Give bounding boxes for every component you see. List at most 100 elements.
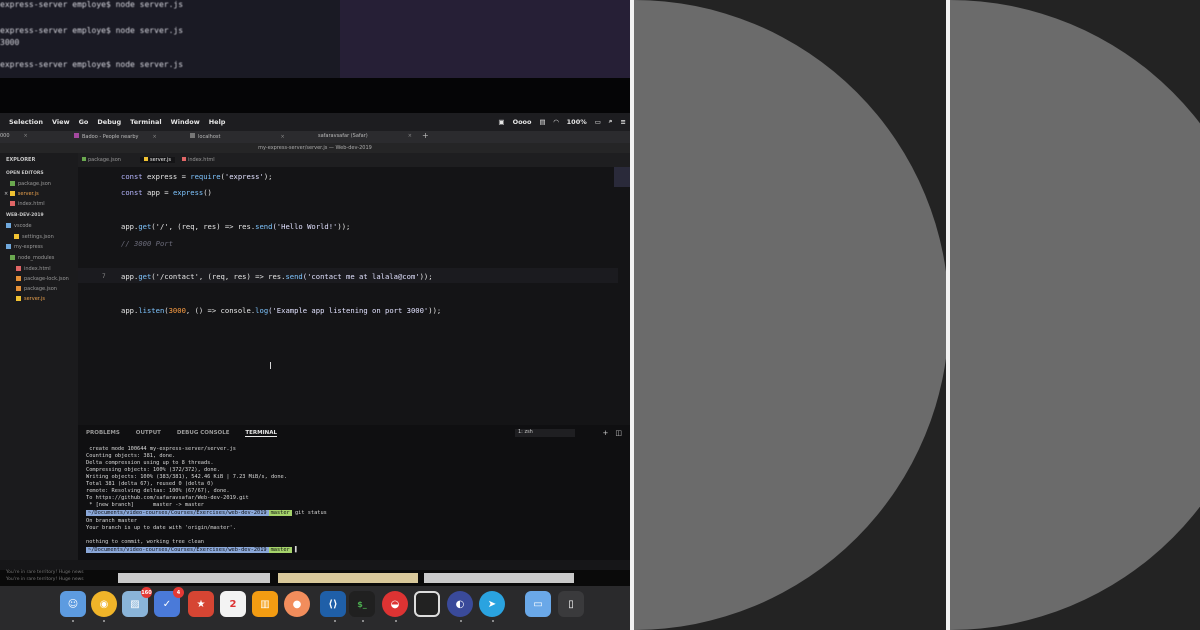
trash-icon[interactable]: ▯ <box>558 591 584 617</box>
bg-terminal-line: express-server employe$ node server.js <box>0 26 184 35</box>
tree-file[interactable]: index.html <box>16 266 51 272</box>
notification-card[interactable] <box>424 573 574 583</box>
editor-tab[interactable]: index.html <box>182 157 215 163</box>
terminal-line: Your branch is up to date with 'origin/m… <box>86 525 236 531</box>
code-editor[interactable]: 7 const express = require('express'); co… <box>78 167 630 425</box>
notification-card[interactable] <box>278 573 418 583</box>
background-terminal: express-server employe$ node server.js e… <box>0 0 630 78</box>
preview-icon[interactable]: ▨ 160 <box>122 587 152 617</box>
add-icon[interactable]: + <box>603 429 609 437</box>
terminal-icon[interactable]: $_ <box>349 591 375 617</box>
finder-icon[interactable]: ☺ <box>60 591 86 617</box>
tab-output[interactable]: OUTPUT <box>136 430 161 436</box>
menubar: Selection View Go Debug Terminal Window … <box>0 113 630 131</box>
browser-tab[interactable]: localhost × <box>190 133 285 140</box>
editor-tab-active[interactable]: server.js <box>140 157 175 163</box>
vscode-icon[interactable]: ⟨⟩ <box>320 591 346 617</box>
tree-file[interactable]: package-lock.json <box>16 276 69 282</box>
bg-terminal-line: 3000 <box>0 38 20 47</box>
js-icon <box>144 157 148 161</box>
wifi-icon[interactable]: ◠ <box>554 118 559 126</box>
menu-terminal[interactable]: Terminal <box>130 118 161 126</box>
terminal-line: Compressing objects: 100% (372/372), don… <box>86 467 220 473</box>
menu-view[interactable]: View <box>52 118 70 126</box>
window-icon[interactable] <box>414 591 440 617</box>
menu-help[interactable]: Help <box>209 118 226 126</box>
browser-tab[interactable]: Badoo - People nearby × <box>74 133 157 140</box>
bookmark-icon[interactable]: ★ <box>188 591 214 617</box>
tree-folder[interactable]: my-express <box>6 244 43 250</box>
menu-selection[interactable]: Selection <box>9 118 43 126</box>
terminal-prompt: ~/Documents/video-courses/Courses/Exerci… <box>86 510 327 516</box>
close-icon[interactable]: × <box>152 134 156 140</box>
editor-tab[interactable]: package.json <box>82 157 121 163</box>
browser-tab-prev[interactable]: 000 × <box>0 133 28 139</box>
json-icon <box>82 157 86 161</box>
browser-tab[interactable]: safaravsafar (Safar) × <box>318 133 412 139</box>
close-icon[interactable]: × <box>408 133 412 139</box>
notification-strip: You're in rare territory! Huge news You'… <box>0 570 630 586</box>
menu-debug[interactable]: Debug <box>97 118 121 126</box>
browser-tab-strip: 000 × Badoo - People nearby × localhost × s… <box>0 131 630 143</box>
tab-icon <box>74 133 79 138</box>
tree-file[interactable]: package.json <box>16 286 57 292</box>
project-label[interactable]: WEB-DEV-2019 <box>6 213 44 218</box>
dropbox-icon[interactable]: ▣ <box>498 118 504 126</box>
minimap[interactable] <box>614 167 630 187</box>
calendar-icon[interactable]: 2 <box>220 591 246 617</box>
new-tab-button[interactable]: + <box>422 131 429 140</box>
tree-file[interactable]: server.js <box>16 296 45 302</box>
user-icon[interactable]: ● <box>284 591 310 617</box>
js-icon <box>9 191 15 196</box>
notification-card[interactable] <box>118 573 270 583</box>
menu-go[interactable]: Go <box>79 118 89 126</box>
bg-terminal-line: express-server employe$ node server.js <box>0 0 184 9</box>
terminal-select[interactable]: 1: zsh <box>515 429 575 437</box>
tasks-icon[interactable]: ✓ 4 <box>154 587 184 617</box>
split-icon[interactable]: ◫ <box>615 429 622 437</box>
js-icon <box>16 296 21 301</box>
battery-label: 100% <box>566 117 587 126</box>
html-icon <box>16 266 21 271</box>
close-icon[interactable]: × <box>24 133 28 139</box>
terminal-cursor: ▌ <box>294 547 299 553</box>
close-icon[interactable]: × <box>280 134 284 140</box>
code-comment: // 3000 Port <box>121 239 173 248</box>
html-icon <box>182 157 186 161</box>
decorative-panel-left <box>634 0 946 630</box>
tab-debug-console[interactable]: DEBUG CONSOLE <box>177 430 230 436</box>
tab-terminal[interactable]: TERMINAL <box>245 430 278 437</box>
terminal-line: * [new branch] master -> master <box>86 502 204 508</box>
html-icon <box>10 201 15 206</box>
tree-file[interactable]: settings.json <box>14 234 54 240</box>
folder-icon <box>6 244 11 249</box>
open-editors-label[interactable]: OPEN EDITORS <box>6 171 44 176</box>
tab-problems[interactable]: PROBLEMS <box>86 430 120 436</box>
terminal-prompt[interactable]: ~/Documents/video-courses/Courses/Exerci… <box>86 547 298 553</box>
json-icon <box>16 276 21 281</box>
folder-icon[interactable]: ▭ <box>525 591 551 617</box>
app-icon[interactable]: ◒ <box>382 591 408 617</box>
open-editor-item[interactable]: × server.js <box>4 191 39 197</box>
screenshot: express-server employe$ node server.js e… <box>0 0 1200 630</box>
tree-folder[interactable]: vscode <box>6 223 32 229</box>
decorative-panel-right <box>950 0 1200 630</box>
chrome-icon[interactable]: ◉ <box>91 591 117 617</box>
menu-icon[interactable]: ≡ <box>621 118 626 126</box>
open-editor-item[interactable]: index.html <box>10 201 45 207</box>
flag-icon[interactable]: ▤ <box>540 118 546 126</box>
code-line-3: app.get('/', (req, res) => res.send('Hel… <box>121 222 351 231</box>
terminal-line: Counting objects: 381, done. <box>86 453 176 459</box>
json-icon <box>10 181 15 186</box>
explorer-label: EXPLORER <box>6 157 36 163</box>
menu-window[interactable]: Window <box>171 118 200 126</box>
telegram-icon[interactable]: ➤ <box>479 591 505 617</box>
open-editor-item[interactable]: package.json <box>10 181 51 187</box>
tree-folder[interactable]: node_modules <box>10 255 54 261</box>
search-icon[interactable]: ⌕ <box>609 117 613 126</box>
books-icon[interactable]: ▥ <box>252 591 278 617</box>
photo-of-screen: express-server employe$ node server.js e… <box>0 0 630 630</box>
battery-icon[interactable]: ▭ <box>595 118 601 126</box>
panel-tabs: PROBLEMS OUTPUT DEBUG CONSOLE TERMINAL <box>86 430 291 437</box>
browser-icon[interactable]: ◐ <box>447 591 473 617</box>
